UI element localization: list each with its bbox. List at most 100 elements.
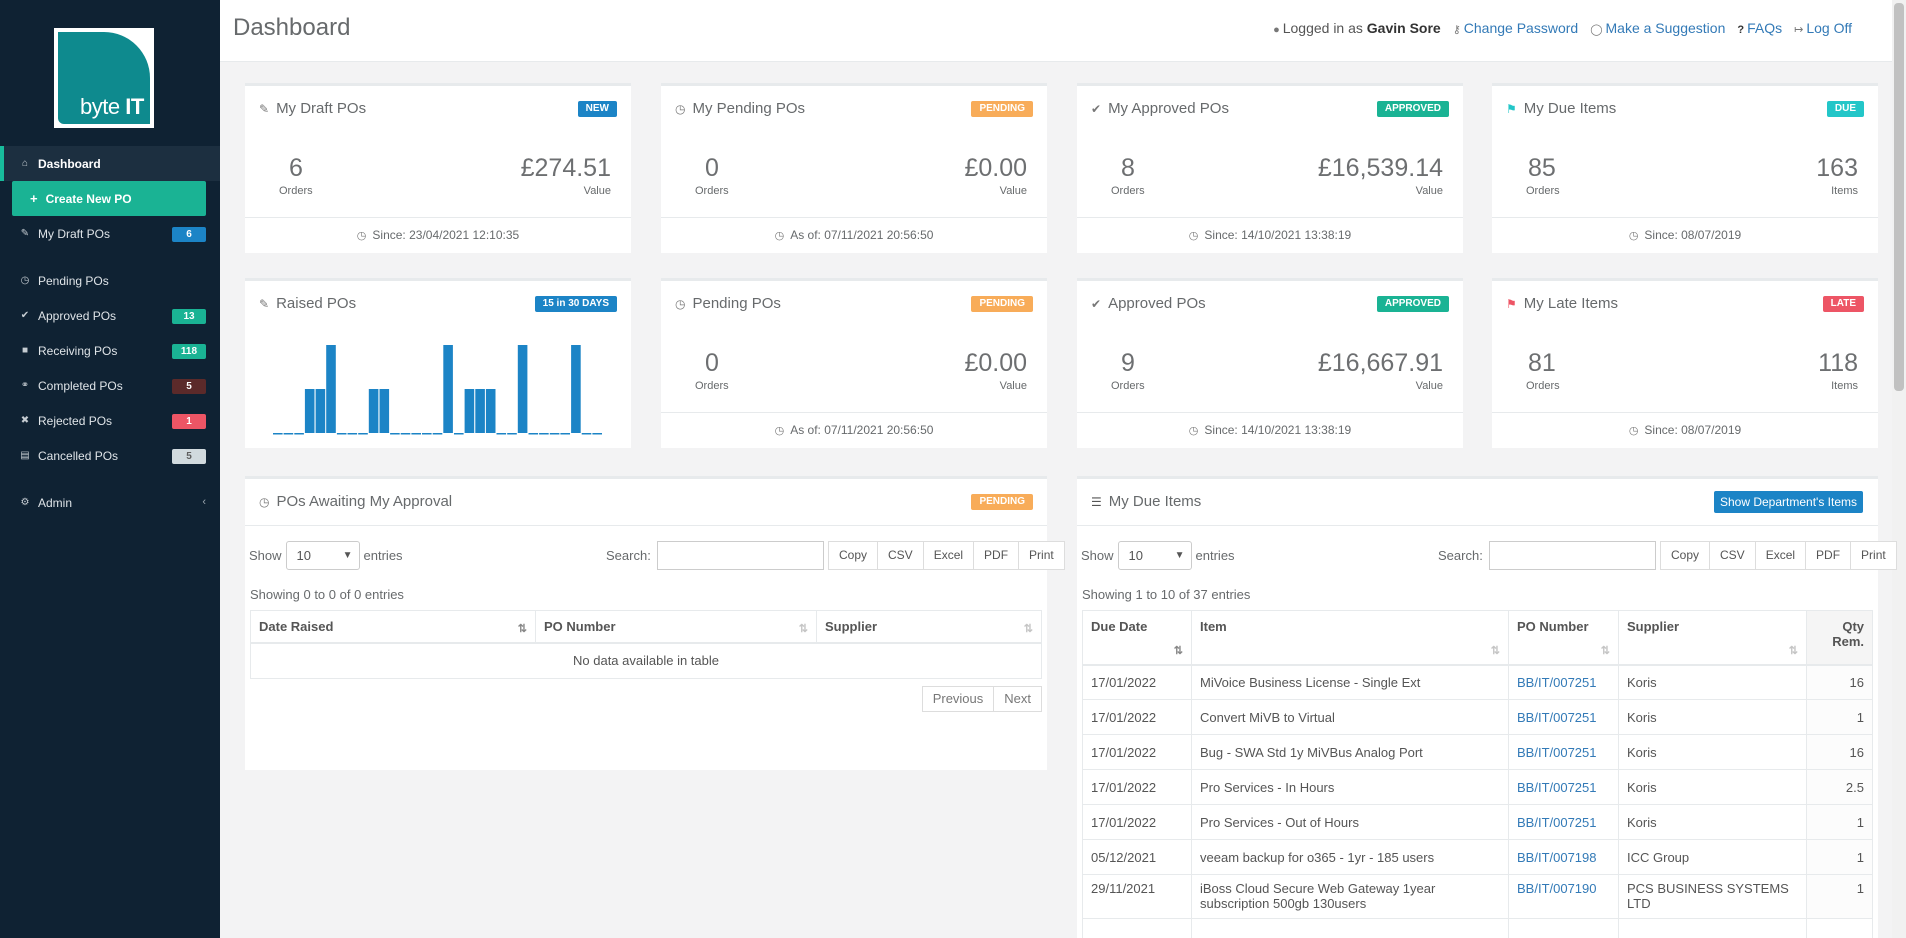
chart-bar[interactable] — [517, 345, 528, 433]
excel-button[interactable]: Excel — [1754, 541, 1807, 570]
table-row[interactable]: 29/11/2021 iBoss Cloud Secure Web Gateway… — [1082, 874, 1873, 919]
col-due-date[interactable]: Due Date ⇅ — [1082, 610, 1192, 666]
pdf-button[interactable]: PDF — [1805, 541, 1852, 570]
card-my-late-items[interactable]: ⚑ My Late Items LATE 81 Orders 118 Items … — [1492, 278, 1878, 448]
chart-bar-zero[interactable] — [411, 433, 421, 435]
chart-bar-zero[interactable] — [581, 433, 592, 435]
pdf-button[interactable]: PDF — [973, 541, 1020, 570]
po-number-cell[interactable]: BB/IT/007251 — [1508, 699, 1619, 735]
card-my-draft-pos[interactable]: ✎ My Draft POs NEW 6 Orders £274.51 Value… — [245, 83, 631, 253]
copy-button[interactable]: Copy — [1660, 541, 1711, 570]
col-po-number[interactable]: PO Number ⇅ — [535, 610, 817, 644]
chart-bar-zero[interactable] — [390, 433, 400, 435]
chart-bar-zero[interactable] — [528, 433, 539, 435]
copy-button[interactable]: Copy — [828, 541, 879, 570]
search-input[interactable] — [656, 541, 824, 570]
sidebar-item-pending-pos[interactable]: ◷ Pending POs — [0, 263, 220, 298]
table-row[interactable]: 17/01/2022 Bug - SWA Std 1y MiVBus Analog… — [1082, 734, 1873, 770]
chart-bar-zero[interactable] — [283, 433, 294, 435]
po-number-cell[interactable]: BB/IT/007198 — [1508, 839, 1619, 875]
chart-bar-zero[interactable] — [507, 433, 517, 435]
chart-bar-zero[interactable] — [539, 433, 549, 435]
po-number-cell[interactable]: BB/IT/007251 — [1508, 804, 1619, 840]
chart-bar[interactable] — [304, 389, 315, 433]
sidebar-item-cancelled-pos[interactable]: ▤ Cancelled POs 5 — [0, 438, 220, 473]
card-my-approved-pos[interactable]: ✔ My Approved POs APPROVED 8 Orders £16,5… — [1077, 83, 1463, 253]
po-number-cell[interactable]: BB/IT/007251 — [1508, 734, 1619, 770]
po-number-link[interactable]: BB/IT/007251 — [1517, 780, 1597, 795]
sidebar-item-completed-pos[interactable]: ⚭ Completed POs 5 — [0, 368, 220, 403]
faqs-link[interactable]: ? FAQs — [1737, 20, 1782, 36]
sidebar-item-receiving-pos[interactable]: ■ Receiving POs 118 — [0, 333, 220, 368]
po-number-cell[interactable]: BB/IT/007251 — [1508, 664, 1619, 700]
csv-button[interactable]: CSV — [877, 541, 924, 570]
sidebar-item-my-draft-pos[interactable]: ✎ My Draft POs 6 — [0, 216, 220, 251]
chart-bar-zero[interactable] — [400, 433, 411, 435]
chart-bar[interactable] — [315, 389, 326, 433]
chart-bar[interactable] — [368, 389, 379, 433]
create-new-po-button[interactable]: + Create New PO — [12, 181, 206, 216]
chart-bar-zero[interactable] — [432, 433, 443, 435]
next-button[interactable]: Next — [993, 686, 1042, 712]
print-button[interactable]: Print — [1850, 541, 1897, 570]
make-suggestion-link[interactable]: ◯ Make a Suggestion — [1590, 20, 1725, 36]
po-number-link[interactable]: BB/IT/007190 — [1517, 881, 1597, 896]
col-supplier[interactable]: Supplier ⇅ — [816, 610, 1042, 644]
chart-bar[interactable] — [443, 345, 453, 433]
col-date-raised[interactable]: Date Raised ⇅ — [250, 610, 536, 644]
col-qty-remaining[interactable]: Qty Rem. — [1806, 610, 1873, 666]
search-input[interactable] — [1488, 541, 1656, 570]
sidebar-item-approved-pos[interactable]: ✔ Approved POs 13 — [0, 298, 220, 333]
po-number-link[interactable]: BB/IT/007251 — [1517, 710, 1597, 725]
entries-select[interactable]: 10 ▼ — [285, 541, 360, 570]
po-number-cell[interactable]: BB/IT/007190 — [1508, 874, 1619, 919]
excel-button[interactable]: Excel — [922, 541, 975, 570]
po-number-link[interactable]: BB/IT/007251 — [1517, 815, 1597, 830]
entries-select[interactable]: 10 ▼ — [1117, 541, 1192, 570]
po-number-link[interactable]: BB/IT/007198 — [1517, 850, 1597, 865]
chart-bar-zero[interactable] — [336, 433, 347, 435]
previous-button[interactable]: Previous — [921, 686, 995, 712]
chart-bar-zero[interactable] — [592, 433, 602, 435]
sidebar-item-rejected-pos[interactable]: ✖ Rejected POs 1 — [0, 403, 220, 438]
po-number-link[interactable]: BB/IT/007251 — [1517, 745, 1597, 760]
csv-button[interactable]: CSV — [1709, 541, 1756, 570]
chart-bar[interactable] — [475, 389, 485, 433]
col-item[interactable]: Item ⇅ — [1191, 610, 1509, 666]
chart-bar[interactable] — [485, 389, 496, 433]
col-supplier[interactable]: Supplier ⇅ — [1618, 610, 1807, 666]
col-po-number[interactable]: PO Number ⇅ — [1508, 610, 1619, 666]
chart-bar-zero[interactable] — [358, 433, 368, 435]
table-row[interactable]: 05/12/2021 veeam backup for o365 - 1yr - … — [1082, 839, 1873, 875]
sidebar-item-admin[interactable]: ⚙ Admin ‹ — [0, 485, 220, 520]
po-number-cell[interactable]: BB/IT/007251 — [1508, 769, 1619, 805]
table-row[interactable]: 17/01/2022 Pro Services - Out of Hours BB/… — [1082, 804, 1873, 840]
card-my-due-items[interactable]: ⚑ My Due Items DUE 85 Orders 163 Items ◷ S… — [1492, 83, 1878, 253]
chart-bar-zero[interactable] — [549, 433, 560, 435]
chart-bar-zero[interactable] — [273, 433, 283, 435]
chart-bar[interactable] — [379, 389, 390, 433]
chart-bar[interactable] — [326, 345, 336, 433]
card-approved-pos[interactable]: ✔ Approved POs APPROVED 9 Orders £16,667.… — [1077, 278, 1463, 448]
card-raised-pos[interactable]: ✎ Raised POs 15 in 30 DAYS — [245, 278, 631, 448]
scrollbar-thumb[interactable] — [1894, 3, 1904, 391]
table-row[interactable]: 17/01/2022 Convert MiVB to Virtual BB/IT/0… — [1082, 699, 1873, 735]
chart-bar-zero[interactable] — [347, 433, 358, 435]
table-row[interactable]: 17/01/2022 Pro Services - In Hours BB/IT/0… — [1082, 769, 1873, 805]
chart-bar-zero[interactable] — [422, 433, 432, 435]
page-scrollbar[interactable] — [1892, 0, 1906, 938]
byteit-logo[interactable]: byte IT — [54, 28, 154, 128]
chart-bar-zero[interactable] — [560, 433, 570, 435]
log-off-link[interactable]: ↦ Log Off — [1794, 20, 1852, 36]
card-my-pending-pos[interactable]: ◷ My Pending POs PENDING 0 Orders £0.00 V… — [661, 83, 1047, 253]
chart-bar-zero[interactable] — [454, 433, 464, 435]
print-button[interactable]: Print — [1018, 541, 1065, 570]
chart-bar[interactable] — [464, 389, 475, 433]
po-number-link[interactable]: BB/IT/007251 — [1517, 675, 1597, 690]
chart-bar-zero[interactable] — [294, 433, 304, 435]
card-pending-pos[interactable]: ◷ Pending POs PENDING 0 Orders £0.00 Valu… — [661, 278, 1047, 448]
show-department-items-button[interactable]: Show Department's Items — [1713, 491, 1863, 513]
chart-bar[interactable] — [571, 345, 581, 433]
chart-bar-zero[interactable] — [496, 433, 507, 435]
change-password-link[interactable]: ⚷ Change Password — [1453, 20, 1578, 36]
